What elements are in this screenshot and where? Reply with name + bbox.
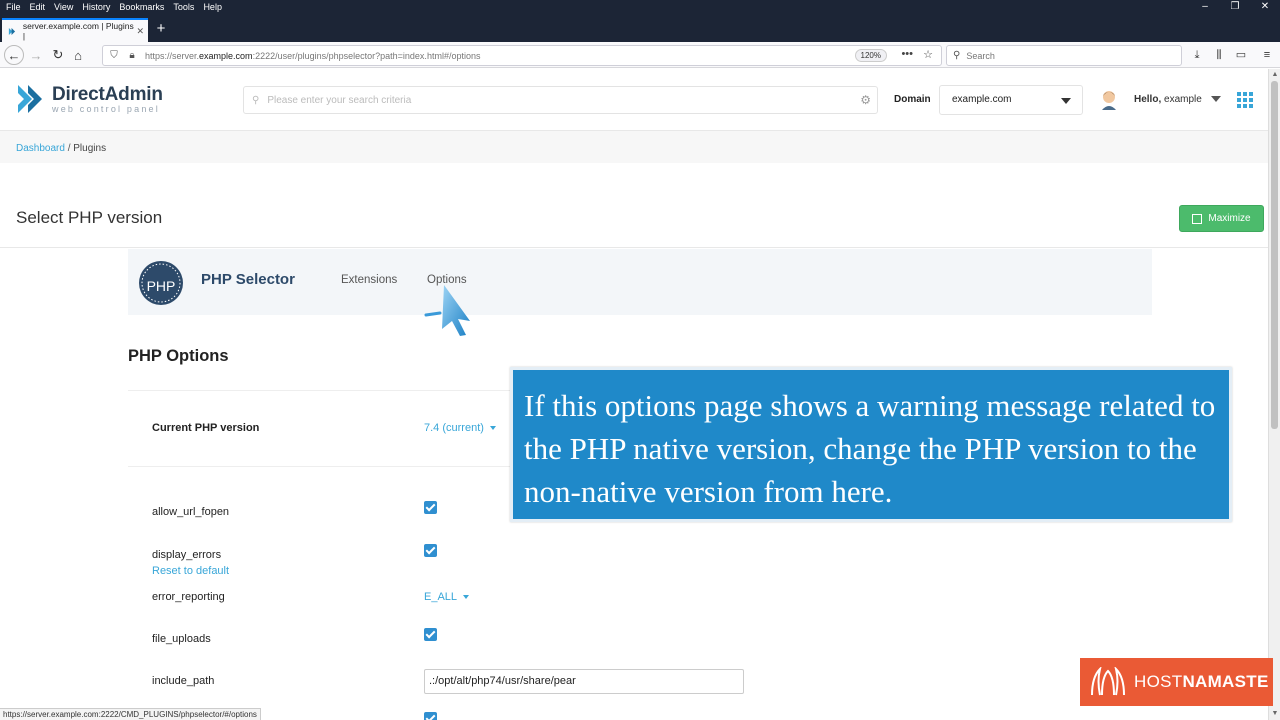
forward-icon[interactable]: → [26, 45, 46, 65]
new-tab-button[interactable]: + [152, 20, 170, 38]
plugin-header: PHP PHP Selector Extensions Options [128, 249, 1152, 315]
menu-tools[interactable]: Tools [169, 2, 198, 12]
breadcrumb-plugins: Plugins [73, 143, 107, 154]
scroll-up-icon[interactable]: ▲ [1269, 69, 1280, 81]
callout-text: If this options page shows a warning mes… [524, 388, 1216, 509]
panel-search-placeholder: Please enter your search criteria [267, 94, 412, 106]
download-icon[interactable]: ⤓ [1189, 47, 1205, 63]
tab-extensions[interactable]: Extensions [341, 274, 397, 286]
directadmin-favicon-icon [8, 27, 16, 35]
divider [0, 247, 1268, 248]
reset-to-default-link[interactable]: Reset to default [152, 565, 229, 577]
close-window-icon[interactable]: ✕ [1250, 0, 1280, 14]
back-icon[interactable]: ← [4, 45, 24, 65]
avatar[interactable] [1098, 88, 1120, 110]
url-text: https://server.example.com:2222/user/plu… [145, 50, 481, 61]
option-file-uploads-label: file_uploads [152, 633, 211, 645]
menu-edit[interactable]: Edit [26, 2, 50, 12]
caret-down-icon [489, 426, 496, 431]
lock-icon[interactable]: 🔒︎ [125, 50, 139, 61]
chevron-down-icon [1061, 98, 1071, 104]
home-icon[interactable]: ⌂ [68, 45, 88, 65]
hamburger-menu-icon[interactable]: ≡ [1259, 47, 1275, 63]
domain-label: Domain [894, 94, 931, 105]
tutorial-callout: If this options page shows a warning mes… [510, 367, 1232, 522]
scrollbar[interactable]: ▲ ▼ [1268, 69, 1280, 720]
plugin-name: PHP Selector [201, 271, 295, 288]
bookmark-star-icon[interactable]: ☆ [923, 48, 933, 61]
hostnamaste-watermark: HOSTNAMASTE [1080, 658, 1273, 706]
restore-icon[interactable]: ❐ [1220, 0, 1250, 14]
maximize-label: Maximize [1208, 213, 1251, 224]
apps-grid-icon[interactable] [1237, 92, 1253, 108]
php-logo-icon: PHP [139, 261, 183, 305]
menu-view[interactable]: View [50, 2, 77, 12]
option-include-path-label: include_path [152, 675, 215, 687]
chevron-down-icon[interactable] [1211, 96, 1221, 102]
tab-close-icon[interactable]: ✕ [136, 26, 144, 37]
breadcrumb: Dashboard / Plugins [0, 131, 1268, 163]
zoom-level[interactable]: 120% [854, 49, 887, 62]
search-icon: ⚲ [252, 94, 260, 106]
option-display-errors-label: display_errors [152, 549, 222, 561]
hostnamaste-logo-icon [1091, 667, 1125, 696]
directadmin-logo[interactable]: DirectAdmin web control panel [16, 83, 163, 115]
hostnamaste-text: HOSTNAMASTE [1134, 672, 1269, 691]
option-error-reporting-label: error_reporting [152, 591, 225, 603]
menu-bookmarks[interactable]: Bookmarks [115, 2, 168, 12]
gear-icon[interactable]: ⚙ [860, 93, 871, 107]
current-php-version-select[interactable]: 7.4 (current) [424, 422, 496, 434]
browser-search-placeholder: Search [966, 50, 995, 61]
option-allow-url-fopen-label: allow_url_fopen [152, 506, 230, 518]
scrollbar-thumb[interactable] [1271, 81, 1278, 429]
page-actions-icon[interactable]: ••• [901, 48, 913, 60]
menu-file[interactable]: File [2, 2, 25, 12]
caret-down-icon [463, 595, 470, 600]
url-bar[interactable]: ⛉ 🔒︎ https://server.example.com:2222/use… [102, 45, 942, 66]
option-allow-url-fopen-checkbox[interactable] [424, 501, 437, 514]
maximize-icon [1192, 213, 1203, 224]
breadcrumb-separator: / [67, 143, 71, 154]
option-include-path-input[interactable]: .:/opt/alt/php74/usr/share/pear [424, 669, 744, 694]
browser-menu-bar: File Edit View History Bookmarks Tools H… [0, 0, 1280, 14]
brand-subtitle: web control panel [52, 103, 160, 114]
shield-icon[interactable]: ⛉ [107, 50, 121, 61]
option-error-reporting-select[interactable]: E_ALL [424, 591, 470, 603]
option-file-uploads-checkbox[interactable] [424, 628, 437, 641]
breadcrumb-dashboard[interactable]: Dashboard [16, 143, 65, 154]
menu-history[interactable]: History [78, 2, 114, 12]
page-title: Select PHP version [16, 208, 163, 227]
library-icon[interactable]: ⫼ [1211, 47, 1227, 63]
mouse-cursor-icon [424, 285, 470, 336]
browser-nav-bar: ← → ↻ ⌂ ⛉ 🔒︎ https://server.example.com:… [0, 42, 1280, 68]
option-next-checkbox[interactable] [424, 712, 437, 720]
search-icon: ⚲ [953, 50, 961, 61]
browser-tab-bar: server.example.com | Plugins | ✕ + [0, 14, 1280, 42]
browser-tab[interactable]: server.example.com | Plugins | ✕ [2, 18, 148, 42]
php-logo-text: PHP [147, 278, 176, 294]
domain-select[interactable]: example.com [939, 85, 1083, 115]
page-content: DirectAdmin web control panel ⚲ Please e… [0, 69, 1268, 720]
menu-help[interactable]: Help [199, 2, 226, 12]
scroll-down-icon[interactable]: ▼ [1269, 708, 1280, 720]
user-greeting[interactable]: Hello, example [1134, 94, 1202, 105]
directadmin-logo-icon [18, 85, 42, 113]
tab-title: server.example.com | Plugins | [22, 21, 134, 41]
option-display-errors-checkbox[interactable] [424, 544, 437, 557]
panel-search-input[interactable]: ⚲ Please enter your search criteria ⚙ [243, 86, 878, 114]
status-link-url: https://server.example.com:2222/CMD_PLUG… [0, 708, 261, 720]
sidebar-icon[interactable]: ▭ [1233, 47, 1249, 63]
maximize-button[interactable]: Maximize [1179, 205, 1264, 232]
domain-value: example.com [952, 94, 1012, 105]
reload-icon[interactable]: ↻ [48, 45, 68, 65]
directadmin-header: DirectAdmin web control panel ⚲ Please e… [0, 69, 1268, 131]
current-php-version-label: Current PHP version [152, 422, 260, 434]
options-title: PHP Options [128, 347, 229, 365]
minimize-icon[interactable]: – [1190, 0, 1220, 14]
brand-name: DirectAdmin [52, 83, 163, 105]
browser-search-bar[interactable]: ⚲ Search [946, 45, 1182, 66]
